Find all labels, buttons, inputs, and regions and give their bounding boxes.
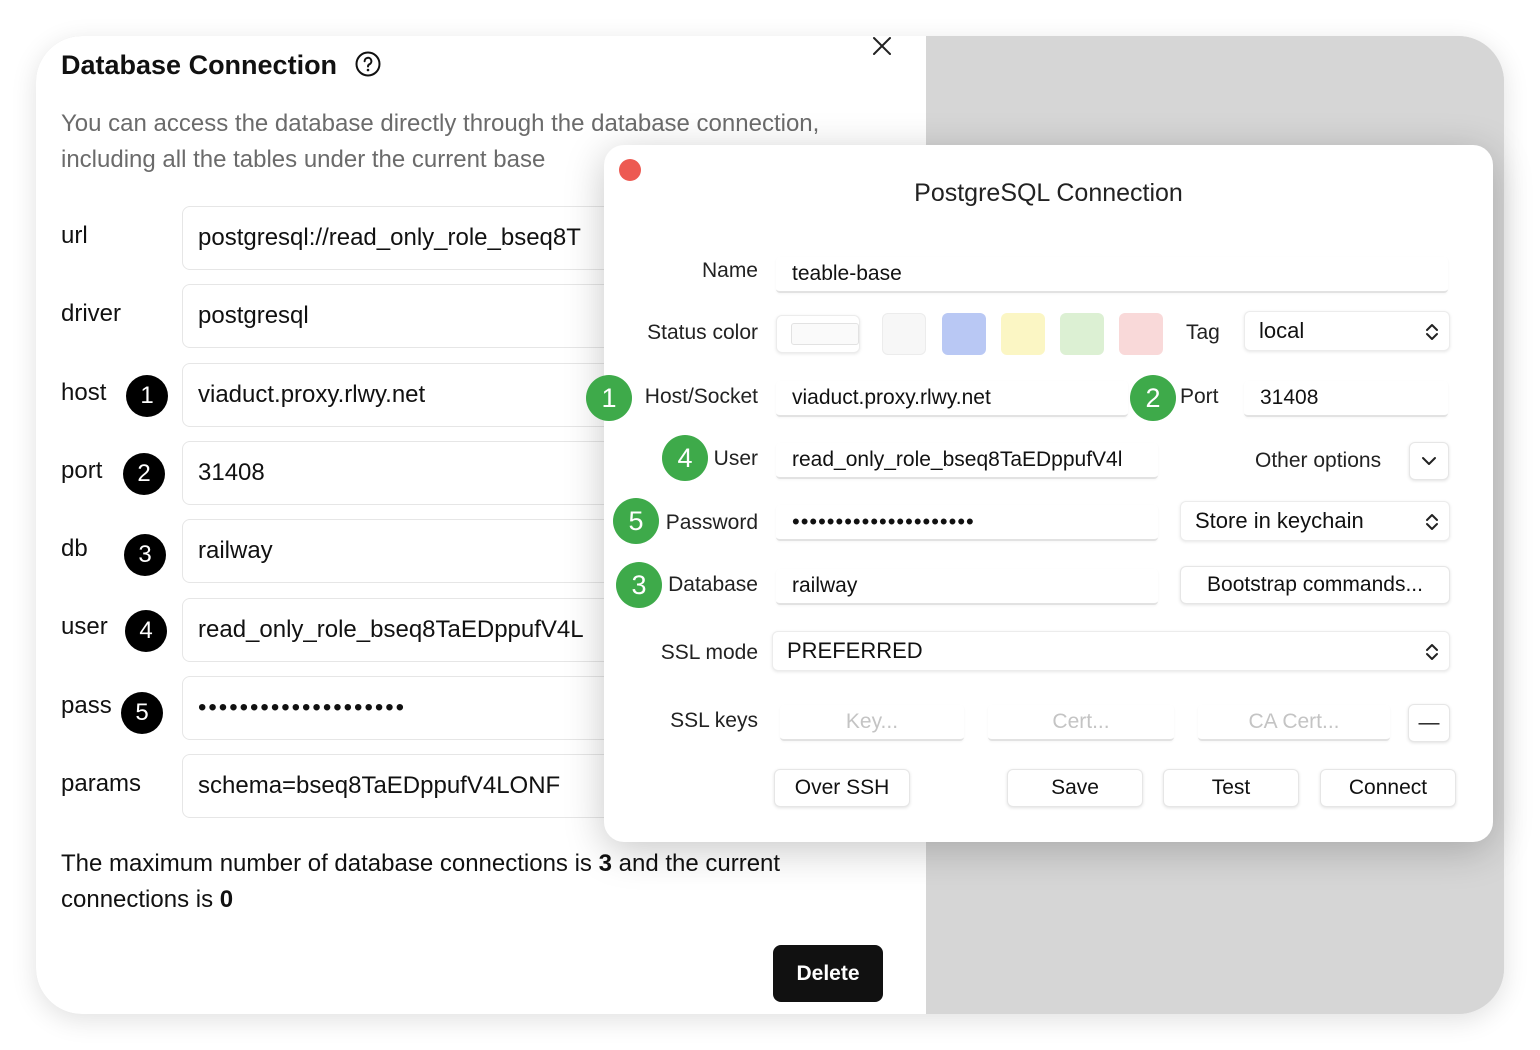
window-close-dot-icon[interactable]	[619, 159, 641, 181]
color-swatch-red[interactable]	[1119, 313, 1163, 355]
delete-button[interactable]: Delete	[773, 945, 883, 1002]
name-input[interactable]: teable-base	[776, 257, 1448, 293]
dialog-title: PostgreSQL Connection	[914, 179, 1183, 207]
user-field[interactable]: read_only_role_bseq8TaEDppufV4L	[182, 598, 642, 662]
ssl-mode-select[interactable]: PREFERRED	[772, 631, 1450, 671]
connect-button[interactable]: Connect	[1320, 769, 1456, 807]
db-badge: 3	[124, 534, 166, 576]
status-color-picker[interactable]	[776, 315, 860, 353]
ssl-keys-remove-button[interactable]: —	[1408, 704, 1450, 742]
ssl-mode-label: SSL mode	[660, 641, 758, 664]
chevron-updown-icon	[1426, 514, 1438, 530]
database-label: Database	[668, 573, 758, 596]
ssl-ca-cert-input[interactable]: CA Cert...	[1198, 705, 1390, 741]
driver-label: driver	[61, 300, 122, 327]
host-label: host	[61, 379, 107, 406]
ssl-cert-input[interactable]: Cert...	[988, 705, 1174, 741]
panel-title: Database Connection	[61, 50, 338, 80]
max-connections: 3	[598, 850, 612, 877]
password-label: Password	[665, 511, 758, 534]
color-swatch-gray[interactable]	[882, 313, 926, 355]
chevron-updown-icon	[1426, 324, 1438, 340]
db-field[interactable]: railway	[182, 519, 642, 583]
port-badge: 2	[123, 453, 165, 495]
params-field[interactable]: schema=bseq8TaEDppufV4LONF	[182, 754, 642, 818]
help-circle-icon[interactable]	[354, 50, 382, 78]
password-input[interactable]: •••••••••••••••••••••	[776, 505, 1158, 541]
port-field[interactable]: 31408	[182, 441, 642, 505]
db-label: db	[61, 535, 88, 562]
user-label: user	[61, 613, 108, 640]
connections-footer: The maximum number of database connectio…	[61, 846, 881, 918]
url-label: url	[61, 222, 88, 249]
user-label: User	[713, 447, 758, 470]
host-socket-label: Host/Socket	[644, 385, 758, 408]
color-swatch-blue[interactable]	[942, 313, 986, 355]
tag-value: local	[1259, 318, 1305, 343]
database-input[interactable]: railway	[776, 569, 1158, 605]
footer-text-1: The maximum number of database connectio…	[61, 850, 599, 877]
host-badge: 1	[126, 375, 168, 417]
pass-field[interactable]: ••••••••••••••••••••	[182, 676, 642, 740]
port-badge: 2	[1130, 375, 1176, 421]
bootstrap-commands-button[interactable]: Bootstrap commands...	[1180, 566, 1450, 604]
params-label: params	[61, 770, 142, 797]
over-ssh-button[interactable]: Over SSH	[774, 769, 910, 807]
ssl-keys-label: SSL keys	[670, 709, 758, 732]
status-color-label: Status color	[647, 321, 758, 344]
color-swatch-yellow[interactable]	[1001, 313, 1045, 355]
port-label: port	[61, 457, 103, 484]
chevron-down-icon	[1422, 457, 1436, 465]
host-badge: 1	[586, 375, 632, 421]
ssl-mode-value: PREFERRED	[787, 638, 923, 663]
port-label: Port	[1180, 385, 1219, 408]
save-button[interactable]: Save	[1007, 769, 1143, 807]
tag-label: Tag	[1186, 321, 1220, 344]
host-socket-input[interactable]: viaduct.proxy.rlwy.net	[776, 381, 1128, 417]
port-input[interactable]: 31408	[1244, 381, 1448, 417]
user-badge: 4	[662, 435, 708, 481]
current-connections: 0	[219, 886, 234, 913]
tag-select[interactable]: local	[1244, 311, 1450, 351]
pass-label: pass	[61, 692, 112, 719]
pass-badge: 5	[121, 692, 163, 734]
color-swatch-green[interactable]	[1060, 313, 1104, 355]
postgresql-connection-dialog: PostgreSQL Connection Name teable-base S…	[586, 145, 1493, 842]
user-badge: 4	[125, 610, 167, 652]
password-badge: 5	[613, 498, 659, 544]
user-input[interactable]: read_only_role_bseq8TaEDppufV4l	[776, 443, 1158, 479]
close-icon[interactable]	[871, 36, 893, 57]
host-field[interactable]: viaduct.proxy.rlwy.net	[182, 363, 642, 427]
password-store-value: Store in keychain	[1195, 508, 1364, 533]
driver-field[interactable]: postgresql	[182, 284, 642, 348]
ssl-key-input[interactable]: Key...	[780, 705, 964, 741]
test-button[interactable]: Test	[1163, 769, 1299, 807]
database-badge: 3	[616, 562, 662, 608]
other-options-label[interactable]: Other options	[1255, 449, 1381, 473]
chevron-updown-icon	[1426, 644, 1438, 660]
url-field[interactable]: postgresql://read_only_role_bseq8T	[182, 206, 642, 270]
other-options-toggle[interactable]	[1409, 442, 1449, 480]
password-store-select[interactable]: Store in keychain	[1180, 501, 1450, 541]
name-label: Name	[701, 259, 758, 282]
current-color-preview	[791, 323, 859, 345]
